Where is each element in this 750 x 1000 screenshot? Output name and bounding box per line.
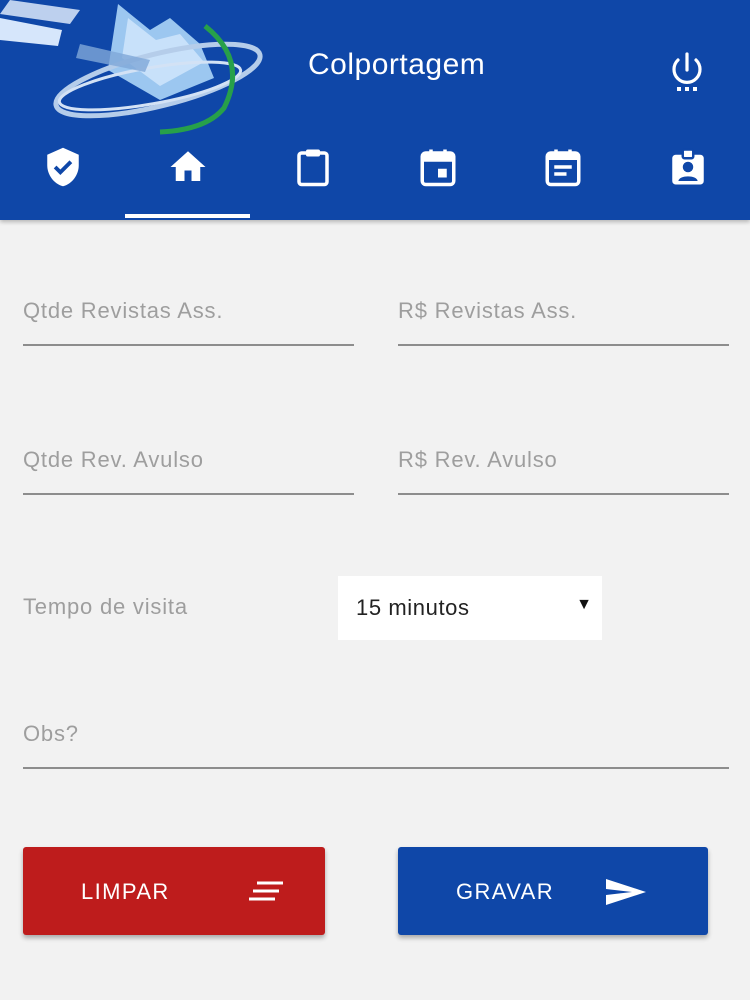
rs-revistas-ass-field[interactable]: R$ Revistas Ass. <box>398 284 729 346</box>
tab-contact[interactable] <box>625 138 750 196</box>
tab-home[interactable] <box>125 138 250 196</box>
qtde-rev-avulso-placeholder: Qtde Rev. Avulso <box>23 447 204 472</box>
app-title: Colportagem <box>308 48 486 81</box>
home-icon <box>170 151 205 181</box>
tab-verified[interactable] <box>0 138 125 196</box>
rs-rev-avulso-placeholder: R$ Rev. Avulso <box>398 447 558 472</box>
tempo-visita-select[interactable]: 15 minutos ▼ <box>338 576 602 640</box>
qtde-revistas-ass-placeholder: Qtde Revistas Ass. <box>23 298 224 323</box>
tab-calendar[interactable] <box>375 138 500 196</box>
qtde-revistas-ass-field[interactable]: Qtde Revistas Ass. <box>23 284 354 346</box>
tab-notes[interactable] <box>500 138 625 196</box>
gravar-button[interactable]: GRAVAR <box>398 847 708 935</box>
obs-placeholder: Obs? <box>23 721 79 746</box>
app-logo <box>0 0 263 135</box>
tempo-visita-value: 15 minutos <box>356 595 470 620</box>
active-tab-indicator <box>125 214 250 218</box>
limpar-label: LIMPAR <box>81 879 170 904</box>
dropdown-arrow-icon: ▼ <box>576 596 592 613</box>
tempo-visita-label: Tempo de visita <box>23 594 188 619</box>
event-note-icon <box>545 149 580 187</box>
obs-field[interactable]: Obs? <box>23 707 729 769</box>
tab-bar <box>0 138 750 220</box>
clipboard-icon <box>296 149 329 187</box>
power-button[interactable] <box>664 50 710 94</box>
gravar-label: GRAVAR <box>456 879 555 904</box>
rs-revistas-ass-placeholder: R$ Revistas Ass. <box>398 298 578 323</box>
clear-lines-icon <box>249 881 283 901</box>
qtde-rev-avulso-field[interactable]: Qtde Rev. Avulso <box>23 433 354 495</box>
verified-shield-icon <box>46 147 79 187</box>
calendar-event-icon <box>420 149 455 187</box>
app-header: Colportagem <box>0 0 750 220</box>
contact-badge-icon <box>671 148 704 185</box>
send-icon <box>606 879 646 905</box>
rs-rev-avulso-field[interactable]: R$ Rev. Avulso <box>398 433 729 495</box>
limpar-button[interactable]: LIMPAR <box>23 847 325 935</box>
power-icon <box>672 52 702 91</box>
tab-clipboard[interactable] <box>250 138 375 196</box>
